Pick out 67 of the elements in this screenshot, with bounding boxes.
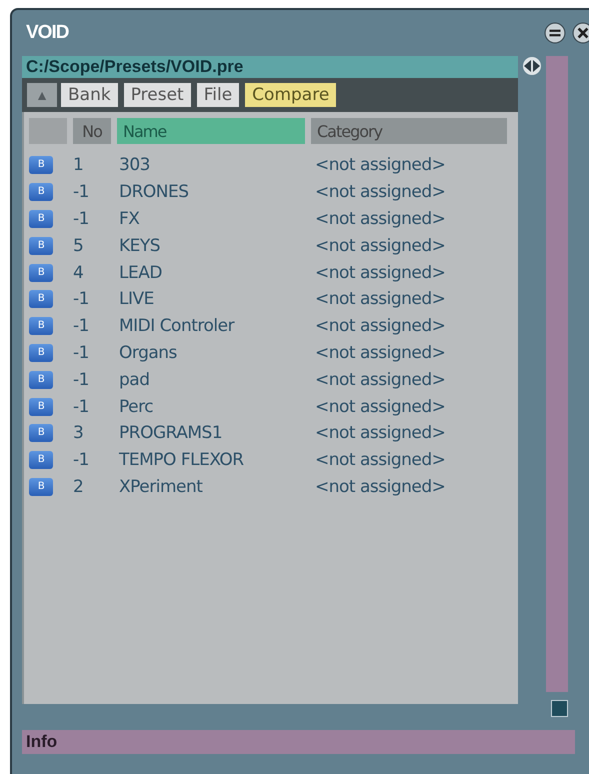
table-cell-text: TEMPO FLEXOR: [119, 450, 245, 470]
bank-icon: B: [29, 236, 53, 255]
bank-icon: B: [29, 290, 53, 308]
bank-icon: B: [29, 156, 53, 174]
tab[interactable]: Bank: [61, 83, 118, 107]
table-cell-text: -1: [73, 396, 90, 417]
table-cell-text: KEYS: [119, 236, 162, 256]
bank-icon: B: [29, 451, 53, 470]
scroll-bar[interactable]: [546, 56, 568, 692]
status-label: Info: [26, 732, 58, 752]
close-icon[interactable]: [572, 22, 589, 44]
table-cell-text: -1: [73, 182, 90, 202]
table-cell: <not assigned>: [315, 316, 446, 336]
table-cell-text: pad: [119, 370, 150, 390]
table-cell-text: 2: [73, 476, 84, 497]
table-cell-text: DRONES: [119, 182, 190, 202]
table-cell-text: -1: [73, 316, 90, 336]
table-cell-text: -1: [73, 289, 90, 310]
table-cell: <not assigned>: [315, 208, 446, 229]
table-cell: <not assigned>: [315, 155, 446, 176]
bank-icon: B: [29, 317, 53, 336]
table-cell-text: Perc: [119, 396, 154, 417]
table-cell: <not assigned>: [315, 396, 446, 417]
table-cell-text: -1: [73, 208, 90, 229]
table-cell-text: MIDI Controler: [119, 316, 236, 336]
bank-icon: B: [29, 398, 53, 416]
table-cell-text: LIVE: [119, 289, 155, 310]
table-cell-text: LEAD: [119, 262, 163, 283]
table-cell-text: Organs: [119, 342, 178, 363]
table-cell-text: FX: [119, 208, 140, 229]
table-cell-text: -1: [73, 370, 90, 390]
bank-icon: B: [29, 264, 53, 282]
column-header[interactable]: Name: [117, 118, 305, 144]
table-cell: <not assigned>: [315, 182, 446, 202]
file-path: C:/Scope/Presets/VOID.pre: [22, 56, 518, 78]
tab[interactable]: Compare: [245, 83, 336, 107]
table-cell-text: 303: [119, 155, 151, 176]
minimize-icon[interactable]: [544, 22, 566, 44]
bank-icon: B: [29, 210, 53, 228]
table-cell: <not assigned>: [315, 450, 446, 470]
table-cell: <not assigned>: [315, 476, 446, 497]
table-cell-text: 5: [73, 236, 84, 256]
table-cell-text: 4: [73, 262, 84, 283]
table-cell: <not assigned>: [315, 370, 446, 390]
table-cell: <not assigned>: [315, 262, 446, 283]
resize-handle[interactable]: [551, 700, 568, 717]
table-cell-text: 3: [73, 423, 84, 444]
column-header[interactable]: Category: [311, 118, 507, 144]
bank-icon: B: [29, 424, 53, 442]
bank-icon: B: [29, 344, 53, 362]
table-cell: <not assigned>: [315, 342, 446, 363]
table-cell-text: XPeriment: [119, 476, 204, 497]
tab[interactable]: Preset: [124, 83, 191, 107]
bank-icon: B: [29, 183, 53, 202]
window-title: VOID: [26, 22, 68, 44]
table-cell: <not assigned>: [315, 423, 446, 444]
table-cell: <not assigned>: [315, 289, 446, 310]
tab[interactable]: File: [196, 83, 240, 107]
table-cell-text: 1: [73, 155, 84, 176]
bank-icon: B: [29, 370, 53, 389]
table-cell-text: PROGRAMS1: [119, 423, 224, 444]
bank-icon: B: [29, 478, 53, 496]
table-cell: <not assigned>: [315, 236, 446, 256]
column-header[interactable]: No: [73, 118, 111, 144]
header-corner: [29, 118, 67, 144]
table-cell-text: -1: [73, 342, 90, 363]
table-cell-text: -1: [73, 450, 90, 470]
